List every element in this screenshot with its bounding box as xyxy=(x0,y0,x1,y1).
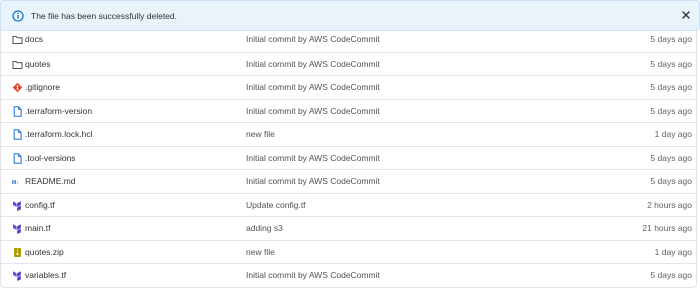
table-row[interactable]: docs Initial commit by AWS CodeCommit 5 da… xyxy=(1,28,696,52)
last-update-date: 5 days ago xyxy=(650,82,692,92)
commit-message-link[interactable]: Initial commit by AWS CodeCommit xyxy=(246,106,380,116)
commit-message-link[interactable]: Initial commit by AWS CodeCommit xyxy=(246,270,380,280)
file-name-link[interactable]: .gitignore xyxy=(25,82,60,92)
table-row[interactable]: quotes.zip new file 1 day ago xyxy=(1,239,696,264)
last-update-date: 5 days ago xyxy=(650,105,692,116)
file-name-link[interactable]: quotes xyxy=(25,59,51,69)
file-name-link[interactable]: README.md xyxy=(25,176,76,186)
success-alert: The file has been successfully deleted. xyxy=(0,0,700,31)
last-update-date: 1 day ago xyxy=(654,246,692,257)
terraform-icon xyxy=(13,271,21,281)
commit-message-link[interactable]: new file xyxy=(246,247,275,257)
table-row[interactable]: .terraform.lock.hcl new file 1 day ago xyxy=(1,122,696,146)
last-update-date: 5 days ago xyxy=(650,58,692,69)
terraform-icon xyxy=(13,224,21,234)
table-row[interactable]: config.tf Update config.tf 2 hours ago xyxy=(1,192,696,217)
commit-message-link[interactable]: Initial commit by AWS CodeCommit xyxy=(246,82,380,92)
folder-icon xyxy=(12,60,23,69)
commit-message-link[interactable]: Initial commit by AWS CodeCommit xyxy=(246,34,380,44)
alert-message: The file has been successfully deleted. xyxy=(31,11,178,21)
terraform-icon xyxy=(13,200,21,211)
file-name-link[interactable]: .terraform-version xyxy=(25,106,92,116)
commit-message-link[interactable]: Initial commit by AWS CodeCommit xyxy=(246,176,380,186)
table-row[interactable]: .gitignore Initial commit by AWS CodeComm… xyxy=(1,75,696,99)
last-update-date: 1 day ago xyxy=(654,129,692,139)
table-row[interactable]: quotes Initial commit by AWS CodeCommit 5 … xyxy=(1,51,696,76)
zip-icon xyxy=(14,247,21,257)
file-name-link[interactable]: main.tf xyxy=(25,223,51,233)
close-icon[interactable] xyxy=(680,9,692,21)
table-row[interactable]: main.tf adding s3 21 hours ago xyxy=(1,216,696,240)
file-name-link[interactable]: docs xyxy=(25,34,43,44)
folder-icon xyxy=(12,36,23,44)
file-name-link[interactable]: variables.tf xyxy=(25,270,66,280)
markdown-icon: M↓ xyxy=(12,180,19,186)
table-row[interactable]: variables.tf Initial commit by AWS CodeCo… xyxy=(1,263,696,287)
file-name-link[interactable]: .tool-versions xyxy=(25,153,76,163)
file-name-link[interactable]: .terraform.lock.hcl xyxy=(25,129,93,139)
last-update-date: 2 hours ago xyxy=(647,199,692,210)
file-icon xyxy=(13,105,22,117)
last-update-date: 5 days ago xyxy=(650,152,692,163)
last-update-date: 5 days ago xyxy=(650,176,692,186)
last-update-date: 5 days ago xyxy=(650,34,692,44)
commit-message-link[interactable]: Initial commit by AWS CodeCommit xyxy=(246,153,380,163)
last-update-date: 5 days ago xyxy=(650,270,692,280)
table-row[interactable]: .tool-versions Initial commit by AWS Code… xyxy=(1,145,696,170)
commit-message-link[interactable]: new file xyxy=(246,129,275,139)
info-circle-icon xyxy=(12,10,24,22)
commit-message-link[interactable]: Initial commit by AWS CodeCommit xyxy=(246,59,380,69)
commit-message-link[interactable]: Update config.tf xyxy=(246,200,306,210)
svg-text:M↓: M↓ xyxy=(12,180,19,186)
file-name-link[interactable]: config.tf xyxy=(25,200,55,210)
file-icon xyxy=(13,129,22,140)
file-table: docs Initial commit by AWS CodeCommit 5 da… xyxy=(0,28,697,288)
table-row[interactable]: M↓ README.md Initial commit by AWS CodeCom… xyxy=(1,169,696,193)
git-icon xyxy=(12,82,23,93)
file-name-link[interactable]: quotes.zip xyxy=(25,247,64,257)
file-icon xyxy=(13,152,22,164)
commit-message-link[interactable]: adding s3 xyxy=(246,223,283,233)
last-update-date: 21 hours ago xyxy=(642,223,692,233)
table-row[interactable]: .terraform-version Initial commit by AWS … xyxy=(1,98,696,123)
